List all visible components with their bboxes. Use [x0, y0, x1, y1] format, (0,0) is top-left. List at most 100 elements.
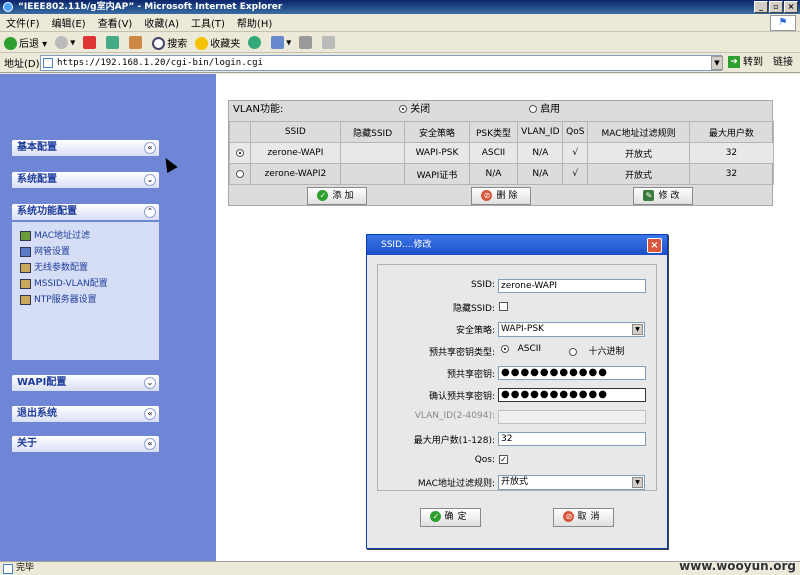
max-users-input[interactable]: 32 — [498, 432, 646, 446]
max-users-cell: 32 — [688, 142, 775, 164]
collapse-up-icon[interactable]: ⌃ — [144, 206, 156, 218]
address-bar: 地址(D) https://192.168.1.20/cgi-bin/login… — [0, 53, 800, 73]
sidebar-item-system[interactable]: 系统配置 ⌄ — [12, 172, 159, 188]
vlan-cell: N/A — [517, 142, 564, 164]
add-button[interactable]: ✓ 添加 — [307, 187, 367, 205]
page-icon — [43, 58, 53, 68]
mac-rule-select[interactable]: 开放式 ▼ — [498, 475, 645, 490]
ssid-cell: zerone-WAPI — [249, 142, 341, 164]
sidebar-item-function[interactable]: 系统功能配置 ⌃ — [12, 204, 159, 220]
row-select-radio[interactable] — [235, 169, 244, 178]
restore-button[interactable]: ▫ — [769, 1, 783, 13]
psk-type-label: 预共享密钥类型: — [428, 348, 495, 358]
collapse-icon[interactable]: « — [144, 408, 156, 420]
address-input[interactable]: https://192.168.1.20/cgi-bin/login.cgi — [40, 55, 722, 71]
menu-file[interactable]: 文件(F) — [6, 15, 40, 30]
media-button[interactable] — [248, 36, 263, 49]
home-icon — [129, 36, 143, 49]
favorites-button[interactable]: 收藏夹 — [195, 35, 240, 51]
psk-ascii-radio[interactable] — [501, 344, 509, 353]
edit-icon: ✎ — [643, 190, 655, 201]
psk-hex-option[interactable]: 十六进制 — [569, 344, 624, 357]
table-row[interactable]: zerone-WAPI2 WAPI证书 N/A N/A √ 开放式 32 — [229, 163, 775, 185]
stop-button[interactable] — [83, 36, 98, 49]
printer-icon — [299, 36, 313, 49]
submenu-ntp[interactable]: NTP服务器设置 — [20, 292, 97, 305]
vlan-id-input[interactable] — [498, 410, 646, 424]
psk-hex-radio[interactable] — [569, 347, 577, 356]
delete-button[interactable]: ⊘ 删除 — [471, 187, 531, 205]
psk-confirm-label: 确认预共享密钥: — [428, 392, 495, 402]
expand-icon[interactable]: ⌄ — [144, 377, 156, 389]
row-select-cell[interactable] — [229, 163, 251, 185]
address-label: 地址(D) — [4, 59, 40, 70]
mail-button[interactable]: ▾ — [271, 36, 291, 49]
vlan-on-radio[interactable] — [529, 105, 537, 113]
policy-select[interactable]: WAPI-PSK ▼ — [498, 322, 645, 337]
minimize-button[interactable]: _ — [754, 1, 768, 13]
close-icon[interactable]: × — [647, 238, 662, 253]
vlan-off-radio[interactable] — [399, 105, 407, 113]
ssid-cell: zerone-WAPI2 — [249, 163, 341, 185]
menu-tools[interactable]: 工具(T) — [191, 15, 225, 30]
column-header: 最大用户数 — [688, 121, 775, 143]
submenu-mac-filter[interactable]: MAC地址过滤 — [20, 228, 90, 241]
menu-favorites[interactable]: 收藏(A) — [144, 15, 179, 30]
menu-edit[interactable]: 编辑(E) — [52, 15, 86, 30]
folder-icon — [20, 262, 31, 273]
modify-button[interactable]: ✎ 修改 — [633, 187, 693, 205]
expand-icon[interactable]: ⌄ — [144, 174, 156, 186]
psk-input[interactable]: ●●●●●●●●●●● — [498, 366, 646, 380]
hidden-ssid-checkbox[interactable] — [499, 302, 508, 311]
vlan-label: VLAN功能: — [233, 104, 284, 115]
collapse-icon[interactable]: « — [144, 438, 156, 450]
column-header: VLAN_ID — [517, 121, 564, 143]
dialog-title: SSID....修改 — [381, 240, 432, 250]
row-select-cell[interactable] — [229, 142, 251, 164]
sidebar-item-logout[interactable]: 退出系统 « — [12, 406, 159, 422]
print-button[interactable] — [299, 36, 314, 49]
cancel-button[interactable]: ⊘ 取消 — [553, 508, 614, 527]
ok-button[interactable]: ✓ 确定 — [420, 508, 481, 527]
menu-view[interactable]: 查看(V) — [98, 15, 133, 30]
forward-button[interactable]: ▾ — [55, 36, 75, 49]
media-icon — [248, 36, 262, 49]
address-dropdown-button[interactable]: ▼ — [711, 56, 723, 70]
vlan-off-option[interactable]: 关闭 — [399, 101, 430, 119]
menu-bar: 文件(F) 编辑(E) 查看(V) 收藏(A) 工具(T) 帮助(H) — [0, 14, 800, 32]
search-button[interactable]: 搜索 — [152, 35, 187, 51]
menu-help[interactable]: 帮助(H) — [237, 15, 272, 30]
ssid-input[interactable]: zerone-WAPI — [498, 279, 646, 293]
close-window-button[interactable]: × — [784, 1, 798, 13]
collapse-icon[interactable]: « — [144, 142, 156, 154]
row-select-radio[interactable] — [235, 148, 244, 157]
psk-ascii-option[interactable]: ASCII — [501, 344, 541, 354]
sidebar-item-basic[interactable]: 基本配置 « — [12, 140, 159, 156]
back-button[interactable]: 后退 ▾ — [4, 35, 47, 51]
refresh-button[interactable] — [106, 36, 121, 49]
status-text: 完毕 — [16, 563, 35, 573]
qos-checkbox[interactable]: ✓ — [499, 455, 508, 464]
sidebar-item-wapi[interactable]: WAPI配置 ⌄ — [12, 375, 159, 391]
submenu-mssid-vlan[interactable]: MSSID-VLAN配置 — [20, 276, 108, 289]
psk-confirm-input[interactable]: ●●●●●●●●●●● — [498, 388, 646, 402]
mac-filter-icon — [20, 230, 31, 241]
search-icon — [152, 37, 166, 51]
vlan-id-label: VLAN_ID(2-4094): — [414, 411, 495, 421]
links-button[interactable]: 链接 — [773, 55, 793, 71]
back-arrow-icon — [4, 37, 17, 51]
table-row[interactable]: zerone-WAPI WAPI-PSK ASCII N/A √ 开放式 32 — [229, 142, 775, 164]
sidebar-item-about[interactable]: 关于 « — [12, 436, 159, 452]
go-button[interactable]: ➜ 转到 — [728, 55, 763, 71]
vlan-on-option[interactable]: 启用 — [529, 101, 560, 119]
submenu-wireless-params[interactable]: 无线参数配置 — [20, 260, 88, 273]
table-header-row: SSID 隐藏SSID 安全策略 PSK类型 VLAN_ID QoS MAC地址… — [229, 121, 775, 143]
column-header: SSID — [249, 121, 341, 143]
go-arrow-icon: ➜ — [728, 56, 740, 68]
home-button[interactable] — [129, 36, 144, 49]
submenu-network-management[interactable]: 网管设置 — [20, 244, 70, 257]
ie-logo-icon — [3, 2, 13, 12]
edit-button[interactable] — [322, 36, 337, 49]
dialog-form: SSID: zerone-WAPI 隐藏SSID: 安全策略: WAPI-PSK… — [377, 264, 657, 491]
edit-icon — [322, 36, 336, 49]
